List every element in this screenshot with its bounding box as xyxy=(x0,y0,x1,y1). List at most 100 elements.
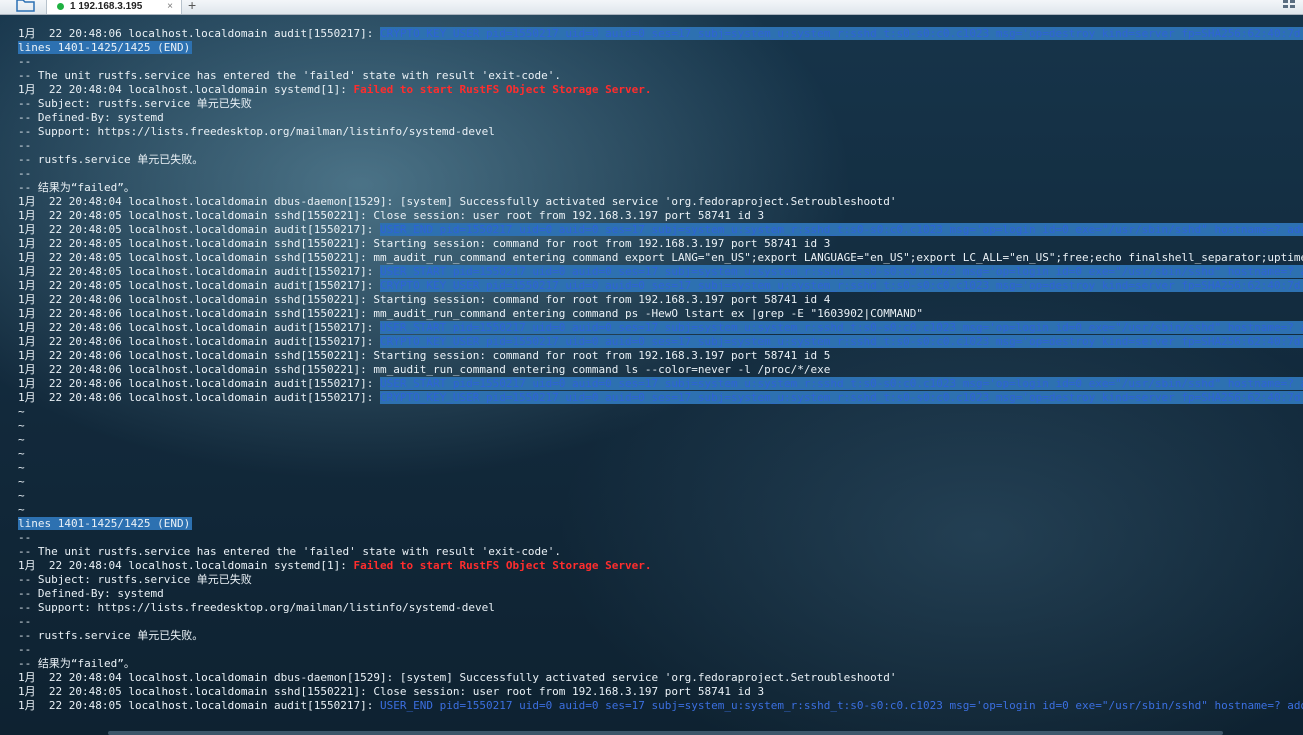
log-text: 1月 22 20:48:06 localhost.localdomain aud… xyxy=(18,321,380,334)
log-text: Failed to start RustFS Object Storage Se… xyxy=(353,559,652,572)
terminal-line: -- Subject: rustfs.service 单元已失败 xyxy=(18,573,1303,587)
log-text: CRYPTO_KEY_USER pid=1550217 uid=0 auid=0… xyxy=(380,335,1303,348)
tab-label: 1 192.168.3.195 xyxy=(70,0,143,12)
log-text: -- Support: https://lists.freedesktop.or… xyxy=(18,125,495,138)
terminal-line: 1月 22 20:48:04 localhost.localdomain sys… xyxy=(18,83,1303,97)
log-text: 1月 22 20:48:05 localhost.localdomain aud… xyxy=(18,223,380,236)
log-text: ~ xyxy=(18,503,25,516)
terminal-line: 1月 22 20:48:06 localhost.localdomain aud… xyxy=(18,335,1303,349)
terminal-line: 1月 22 20:48:05 localhost.localdomain ssh… xyxy=(18,209,1303,223)
log-text: -- 结果为“failed”。 xyxy=(18,181,135,194)
terminal-line: -- xyxy=(18,55,1303,69)
terminal-line: -- The unit rustfs.service has entered t… xyxy=(18,545,1303,559)
log-text: ~ xyxy=(18,489,25,502)
log-text: 1月 22 20:48:04 localhost.localdomain dbu… xyxy=(18,195,897,208)
log-text: USER_END pid=1550217 uid=0 auid=0 ses=17… xyxy=(380,223,1303,236)
terminal-line: -- xyxy=(18,615,1303,629)
terminal-line: 1月 22 20:48:05 localhost.localdomain aud… xyxy=(18,279,1303,293)
terminal-line: ~ xyxy=(18,489,1303,503)
log-text: -- rustfs.service 单元已失败。 xyxy=(18,629,204,642)
terminal-line: -- The unit rustfs.service has entered t… xyxy=(18,69,1303,83)
log-text: 1月 22 20:48:05 localhost.localdomain aud… xyxy=(18,279,380,292)
pager-status: lines 1401-1425/1425 (END) xyxy=(18,517,193,530)
log-text: ~ xyxy=(18,433,25,446)
log-text: 1月 22 20:48:06 localhost.localdomain aud… xyxy=(18,377,380,390)
log-text: USER_END pid=1550217 uid=0 auid=0 ses=17… xyxy=(380,699,1303,712)
log-text: -- xyxy=(18,531,32,544)
log-text: -- xyxy=(18,55,32,68)
terminal-line: lines 1401-1425/1425 (END) xyxy=(18,41,1303,55)
log-text: 1月 22 20:48:05 localhost.localdomain ssh… xyxy=(18,251,1303,264)
log-text: CRYPTO_KEY_USER pid=1550217 uid=0 auid=0… xyxy=(380,27,1303,40)
terminal-line: 1月 22 20:48:06 localhost.localdomain ssh… xyxy=(18,293,1303,307)
terminal-line: 1月 22 20:48:06 localhost.localdomain aud… xyxy=(18,321,1303,335)
log-text: -- Support: https://lists.freedesktop.or… xyxy=(18,601,495,614)
terminal-line: -- xyxy=(18,643,1303,657)
log-text: 1月 22 20:48:06 localhost.localdomain aud… xyxy=(18,27,380,40)
tab-session[interactable]: 1 192.168.3.195 × xyxy=(46,0,182,14)
terminal-line: ~ xyxy=(18,503,1303,517)
log-text: 1月 22 20:48:05 localhost.localdomain ssh… xyxy=(18,209,765,222)
terminal-line: -- xyxy=(18,167,1303,181)
terminal-line: -- Defined-By: systemd xyxy=(18,587,1303,601)
log-text: -- Defined-By: systemd xyxy=(18,111,164,124)
log-text: ~ xyxy=(18,405,25,418)
terminal-line: 1月 22 20:48:05 localhost.localdomain ssh… xyxy=(18,251,1303,265)
log-text: -- Defined-By: systemd xyxy=(18,587,164,600)
log-text: ~ xyxy=(18,419,25,432)
terminal-line: -- 结果为“failed”。 xyxy=(18,657,1303,671)
horizontal-scrollbar[interactable] xyxy=(108,731,1223,735)
terminal-line: ~ xyxy=(18,405,1303,419)
log-text: CRYPTO_KEY_USER pid=1550217 uid=0 auid=0… xyxy=(380,391,1303,404)
log-text: USER_START pid=1550217 uid=0 auid=0 ses=… xyxy=(380,377,1303,390)
session-tab-bar: 1 192.168.3.195 × + xyxy=(0,0,1303,15)
terminal-lines: 1月 22 20:48:06 localhost.localdomain aud… xyxy=(18,27,1303,713)
terminal-line: 1月 22 20:48:05 localhost.localdomain aud… xyxy=(18,265,1303,279)
terminal-line: 1月 22 20:48:05 localhost.localdomain aud… xyxy=(18,223,1303,237)
terminal-line: lines 1401-1425/1425 (END) xyxy=(18,517,1303,531)
log-text: 1月 22 20:48:05 localhost.localdomain ssh… xyxy=(18,685,765,698)
terminal-line: 1月 22 20:48:06 localhost.localdomain aud… xyxy=(18,377,1303,391)
terminal-line: 1月 22 20:48:06 localhost.localdomain aud… xyxy=(18,27,1303,41)
log-text: 1月 22 20:48:06 localhost.localdomain ssh… xyxy=(18,293,831,306)
terminal-line: -- Support: https://lists.freedesktop.or… xyxy=(18,601,1303,615)
terminal-output[interactable]: 1月 22 20:48:06 localhost.localdomain aud… xyxy=(0,15,1303,735)
terminal-line: -- xyxy=(18,531,1303,545)
log-text: 1月 22 20:48:06 localhost.localdomain aud… xyxy=(18,391,380,404)
terminal-line: 1月 22 20:48:05 localhost.localdomain aud… xyxy=(18,699,1303,713)
terminal-line: 1月 22 20:48:05 localhost.localdomain ssh… xyxy=(18,237,1303,251)
log-text: CRYPTO_KEY_USER pid=1550217 uid=0 auid=0… xyxy=(380,279,1303,292)
terminal-line: 1月 22 20:48:04 localhost.localdomain dbu… xyxy=(18,671,1303,685)
log-text: Failed to start RustFS Object Storage Se… xyxy=(353,83,652,96)
log-text: -- Subject: rustfs.service 单元已失败 xyxy=(18,573,252,586)
terminal-line: -- xyxy=(18,139,1303,153)
log-text: USER_START pid=1550217 uid=0 auid=0 ses=… xyxy=(380,321,1303,334)
add-tab-icon[interactable]: + xyxy=(188,0,196,13)
terminal-line: -- 结果为“failed”。 xyxy=(18,181,1303,195)
terminal-line: -- Support: https://lists.freedesktop.or… xyxy=(18,125,1303,139)
terminal-line: 1月 22 20:48:06 localhost.localdomain ssh… xyxy=(18,363,1303,377)
terminal-line: 1月 22 20:48:06 localhost.localdomain ssh… xyxy=(18,307,1303,321)
terminal-line: 1月 22 20:48:04 localhost.localdomain sys… xyxy=(18,559,1303,573)
log-text: -- xyxy=(18,139,32,152)
log-text: -- The unit rustfs.service has entered t… xyxy=(18,69,562,82)
folder-icon[interactable] xyxy=(16,0,36,12)
connected-status-icon xyxy=(57,2,64,10)
log-text: 1月 22 20:48:06 localhost.localdomain ssh… xyxy=(18,363,831,376)
layout-grid-icon[interactable] xyxy=(1283,0,1295,8)
log-text: 1月 22 20:48:06 localhost.localdomain ssh… xyxy=(18,349,831,362)
log-text: 1月 22 20:48:04 localhost.localdomain dbu… xyxy=(18,671,897,684)
log-text: -- The unit rustfs.service has entered t… xyxy=(18,545,562,558)
log-text: USER_START pid=1550217 uid=0 auid=0 ses=… xyxy=(380,265,1303,278)
log-text: -- xyxy=(18,167,32,180)
log-text: 1月 22 20:48:04 localhost.localdomain sys… xyxy=(18,83,354,96)
terminal-line: ~ xyxy=(18,461,1303,475)
terminal-line: -- rustfs.service 单元已失败。 xyxy=(18,153,1303,167)
log-text: -- Subject: rustfs.service 单元已失败 xyxy=(18,97,252,110)
close-tab-icon[interactable]: × xyxy=(167,1,173,12)
log-text: 1月 22 20:48:04 localhost.localdomain sys… xyxy=(18,559,354,572)
pager-status: lines 1401-1425/1425 (END) xyxy=(18,41,193,54)
terminal-line: 1月 22 20:48:06 localhost.localdomain ssh… xyxy=(18,349,1303,363)
terminal-line: 1月 22 20:48:04 localhost.localdomain dbu… xyxy=(18,195,1303,209)
terminal-line: -- Subject: rustfs.service 单元已失败 xyxy=(18,97,1303,111)
